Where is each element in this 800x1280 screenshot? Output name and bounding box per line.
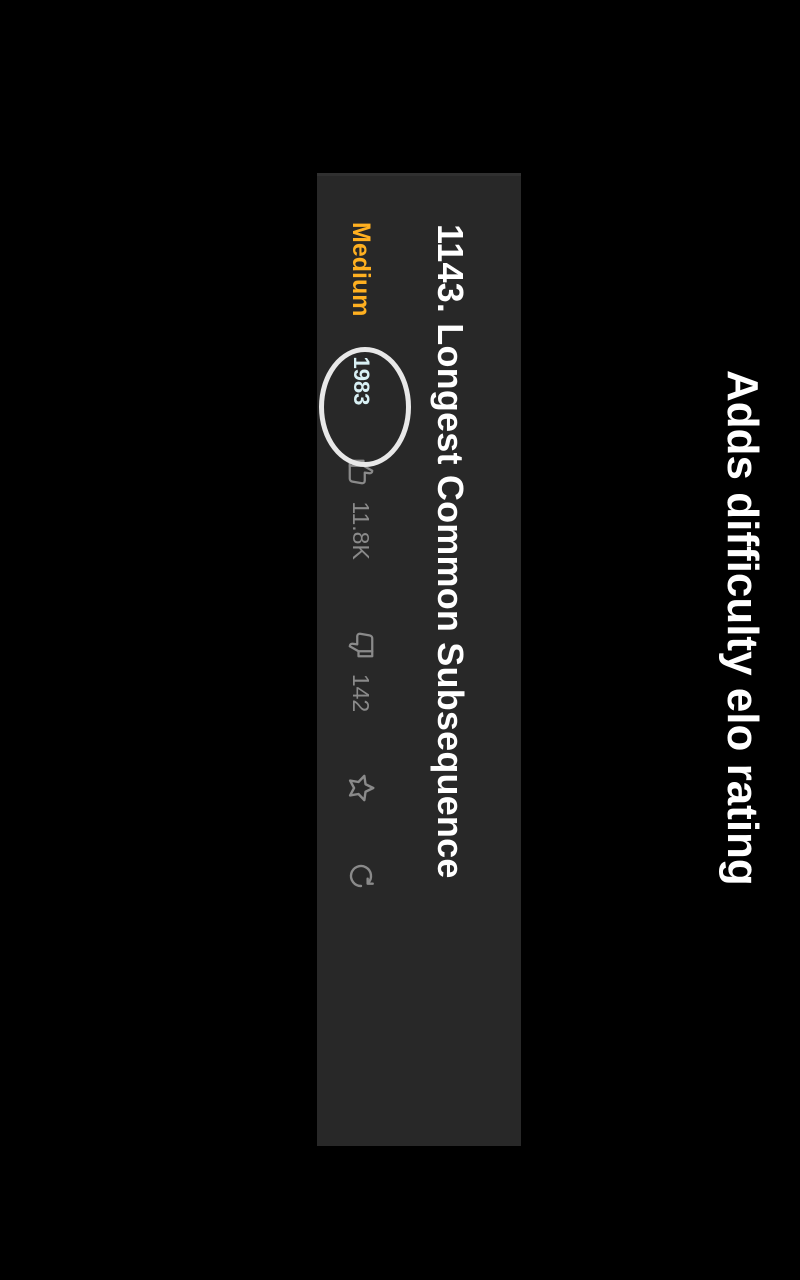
star-icon	[348, 774, 375, 802]
problem-meta-row: Medium 1983 11.8K 142	[341, 222, 381, 894]
elo-highlight-circle	[319, 347, 411, 467]
dislike-button[interactable]: 142	[346, 630, 376, 712]
like-button[interactable]: 11.8K	[346, 457, 376, 560]
annotation-caption: Adds difficulty elo rating	[718, 370, 767, 886]
screenshot-stage: 1143. Longest Common Subsequence Medium …	[0, 0, 800, 1280]
problem-title[interactable]: 1143. Longest Common Subsequence	[429, 224, 471, 879]
refresh-icon	[349, 864, 374, 888]
annotation-caption-wrapper: Adds difficulty elo rating	[712, 370, 772, 915]
like-count: 11.8K	[348, 501, 375, 560]
problem-header-content: 1143. Longest Common Subsequence Medium …	[317, 176, 521, 1146]
thumbs-down-icon	[348, 632, 374, 658]
dislike-count: 142	[348, 673, 375, 713]
reset-button[interactable]	[343, 858, 379, 894]
problem-header-panel: 1143. Longest Common Subsequence Medium …	[317, 173, 521, 1146]
difficulty-badge: Medium	[347, 222, 376, 317]
favorite-button[interactable]	[343, 770, 379, 806]
